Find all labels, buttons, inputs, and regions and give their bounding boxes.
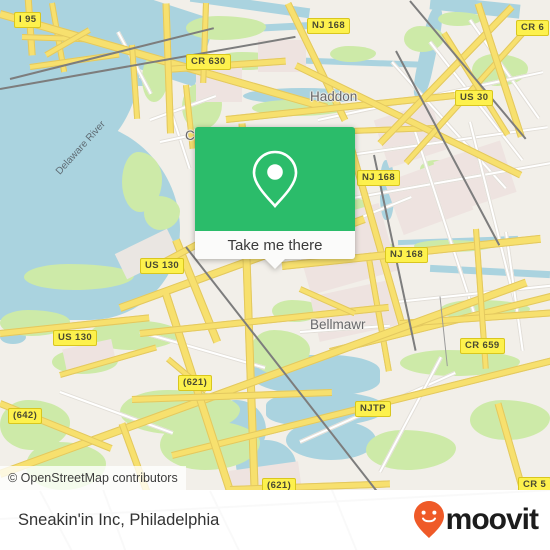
road-shield-621-north[interactable]: (621) (178, 375, 213, 391)
location-popup-card[interactable]: Take me there (195, 127, 355, 269)
road-shield-cr659[interactable]: CR 659 (460, 338, 505, 354)
place-label-camden-clipped: C (185, 128, 195, 143)
road-shield-cr630[interactable]: CR 630 (186, 54, 231, 70)
road-shield-nj168-mid[interactable]: NJ 168 (357, 170, 401, 186)
osm-attribution[interactable]: © OpenStreetMap contributors (0, 466, 186, 490)
place-label-haddon: Haddon (310, 89, 358, 104)
road-shield-us130-west[interactable]: US 130 (53, 330, 98, 346)
take-me-there-label: Take me there (227, 236, 323, 254)
moovit-wordmark: moovit (445, 503, 539, 536)
map-canvas[interactable]: Haddon Bellmawr C Delaware River I 95 CR… (0, 0, 550, 490)
popup-tail (265, 259, 285, 269)
road-shield-621-south[interactable]: (621) (262, 478, 297, 490)
footer-bar: Sneakin'in Inc, Philadelphia moovit (0, 490, 550, 550)
road-shield-nj168-north[interactable]: NJ 168 (307, 18, 351, 34)
osm-attribution-text: © OpenStreetMap contributors (8, 471, 178, 485)
road-shield-642[interactable]: (642) (8, 408, 43, 424)
popup-header (195, 127, 355, 231)
location-title: Sneakin'in Inc, Philadelphia (18, 490, 219, 550)
moovit-smiley-pin-icon (413, 501, 444, 538)
location-title-text: Sneakin'in Inc, Philadelphia (18, 510, 220, 529)
moovit-logo[interactable]: moovit (413, 490, 539, 550)
moovit-map-screenshot: Haddon Bellmawr C Delaware River I 95 CR… (0, 0, 550, 550)
location-pin-icon (252, 150, 298, 208)
road-shield-cr5-clipped[interactable]: CR 5 (518, 477, 550, 490)
road-shield-i95[interactable]: I 95 (14, 12, 42, 28)
road-shield-us30[interactable]: US 30 (455, 90, 494, 106)
popup-action-row[interactable]: Take me there (195, 231, 355, 259)
river-label-delaware: Delaware River (53, 119, 108, 178)
road-shield-cr6-clipped[interactable]: CR 6 (516, 20, 550, 36)
place-label-bellmawr: Bellmawr (310, 317, 366, 332)
road-shield-nj168-south[interactable]: NJ 168 (385, 247, 429, 263)
road-shield-us130-north[interactable]: US 130 (140, 258, 185, 274)
road-shield-njtp[interactable]: NJTP (355, 401, 391, 417)
